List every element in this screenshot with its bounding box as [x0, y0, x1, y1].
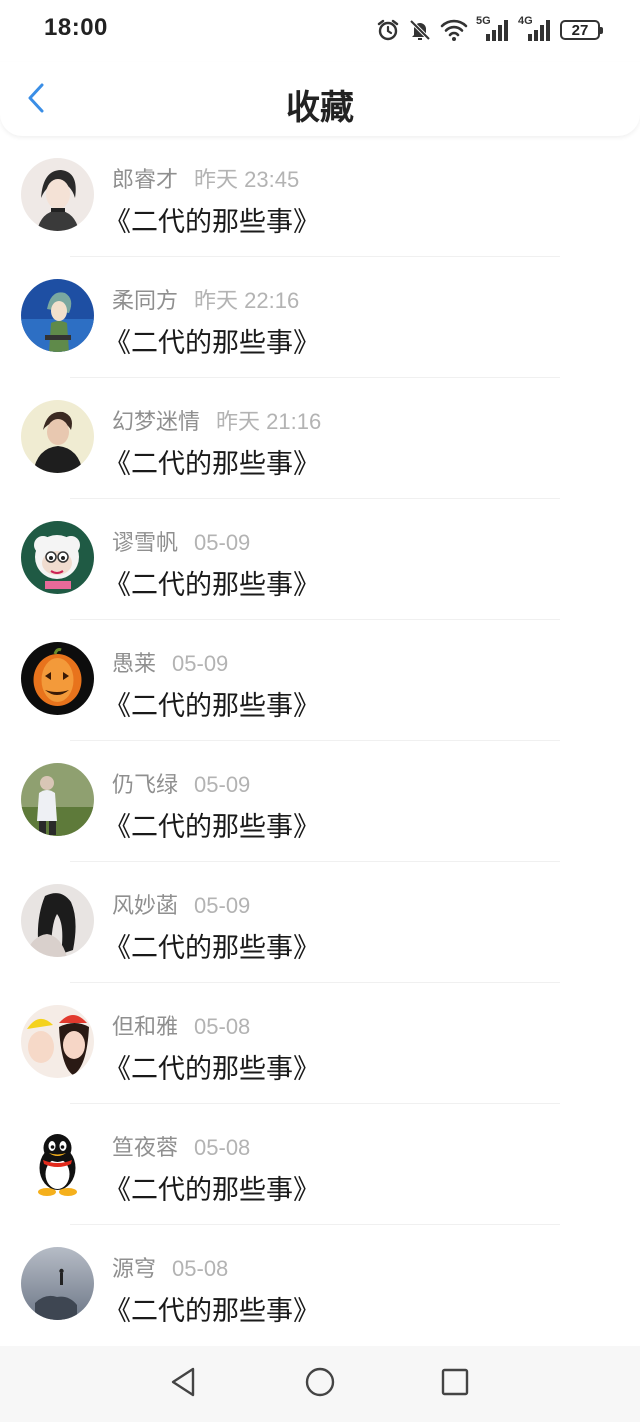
user-name: 但和雅 [112, 1014, 179, 1039]
user-name: 谬雪帆 [112, 530, 179, 555]
timestamp: 昨天 22:16 [194, 288, 300, 313]
status-time: 18:00 [44, 14, 108, 41]
list-item[interactable]: 柔同方 昨天 22:16 《二代的那些事》 [0, 257, 640, 378]
signal-4g-icon: 4G [518, 15, 552, 42]
timestamp: 05-09 [194, 772, 251, 797]
fav-meta: 笪夜蓉 05-08 [112, 1130, 250, 1162]
fav-title: 《二代的那些事》 [104, 691, 320, 721]
user-name: 愚莱 [112, 651, 157, 676]
user-name: 风妙菡 [112, 893, 179, 918]
recents-square-icon [439, 1366, 471, 1403]
avatar[interactable] [21, 400, 94, 473]
signal-5g-icon: 5G [476, 15, 510, 42]
fav-title: 《二代的那些事》 [104, 449, 320, 479]
fav-title: 《二代的那些事》 [104, 207, 320, 237]
avatar[interactable] [21, 642, 94, 715]
fav-title: 《二代的那些事》 [104, 1175, 320, 1205]
list-item[interactable]: 笪夜蓉 05-08 《二代的那些事》 [0, 1104, 640, 1225]
fav-title: 《二代的那些事》 [104, 1054, 320, 1084]
fav-title: 《二代的那些事》 [104, 933, 320, 963]
list-item[interactable]: 但和雅 05-08 《二代的那些事》 [0, 983, 640, 1104]
user-name: 柔同方 [112, 288, 179, 313]
fav-title: 《二代的那些事》 [104, 812, 320, 842]
fav-meta: 郎睿才 昨天 23:45 [112, 162, 299, 194]
avatar[interactable] [21, 279, 94, 352]
user-name: 笪夜蓉 [112, 1135, 179, 1160]
user-name: 源穹 [112, 1256, 157, 1281]
alarm-icon [376, 18, 400, 42]
avatar[interactable] [21, 763, 94, 836]
list-item[interactable]: 幻梦迷情 昨天 21:16 《二代的那些事》 [0, 378, 640, 499]
timestamp: 昨天 23:45 [194, 167, 300, 192]
battery-level: 27 [571, 21, 589, 39]
nav-back-button[interactable] [167, 1366, 199, 1403]
avatar[interactable] [21, 158, 94, 231]
fav-title: 《二代的那些事》 [104, 1296, 320, 1326]
list-item[interactable]: 谬雪帆 05-09 《二代的那些事》 [0, 499, 640, 620]
page-title: 收藏 [286, 89, 354, 127]
avatar[interactable] [21, 884, 94, 957]
timestamp: 05-08 [194, 1014, 251, 1039]
list-item[interactable]: 郎睿才 昨天 23:45 《二代的那些事》 [0, 136, 640, 257]
mute-icon [408, 18, 432, 42]
battery-icon: 27 [560, 20, 603, 40]
timestamp: 05-08 [172, 1256, 229, 1281]
home-circle-icon [304, 1366, 336, 1403]
avatar[interactable] [21, 1126, 94, 1199]
nav-home-button[interactable] [304, 1366, 336, 1403]
nav-recents-button[interactable] [439, 1368, 471, 1400]
fav-meta: 谬雪帆 05-09 [112, 525, 250, 557]
user-name: 郎睿才 [112, 167, 179, 192]
list-item[interactable]: 源穹 05-08 《二代的那些事》 [0, 1225, 640, 1346]
list-item[interactable]: 风妙菡 05-09 《二代的那些事》 [0, 862, 640, 983]
timestamp: 05-09 [194, 530, 251, 555]
network-5g-label: 5G [476, 15, 491, 27]
timestamp: 05-09 [172, 651, 229, 676]
network-4g-label: 4G [518, 15, 533, 27]
timestamp: 05-08 [194, 1135, 251, 1160]
timestamp: 05-09 [194, 893, 251, 918]
fav-meta: 愚莱 05-09 [112, 646, 228, 678]
fav-meta: 仍飞绿 05-09 [112, 767, 250, 799]
fav-meta: 但和雅 05-08 [112, 1009, 250, 1041]
favorites-list: 郎睿才 昨天 23:45 《二代的那些事》 柔同方 昨天 22:16 《二代的那些事… [0, 136, 640, 1346]
status-bar: 18:00 5G 4G 27 [0, 0, 640, 60]
avatar[interactable] [21, 521, 94, 594]
list-item[interactable]: 仍飞绿 05-09 《二代的那些事》 [0, 741, 640, 862]
fav-title: 《二代的那些事》 [104, 328, 320, 358]
fav-meta: 风妙菡 05-09 [112, 888, 250, 920]
title-bar: 收藏 [0, 62, 640, 136]
user-name: 仍飞绿 [112, 772, 179, 797]
avatar[interactable] [21, 1005, 94, 1078]
fav-title: 《二代的那些事》 [104, 570, 320, 600]
status-icons: 5G 4G 27 [376, 14, 603, 46]
fav-meta: 柔同方 昨天 22:16 [112, 283, 299, 315]
timestamp: 昨天 21:16 [216, 409, 322, 434]
wifi-icon [440, 18, 468, 42]
user-name: 幻梦迷情 [112, 409, 201, 434]
fav-meta: 源穹 05-08 [112, 1251, 228, 1283]
nav-bar [0, 1346, 640, 1422]
fav-meta: 幻梦迷情 昨天 21:16 [112, 404, 321, 436]
avatar[interactable] [21, 1247, 94, 1320]
list-item[interactable]: 愚莱 05-09 《二代的那些事》 [0, 620, 640, 741]
back-triangle-icon [168, 1366, 198, 1403]
